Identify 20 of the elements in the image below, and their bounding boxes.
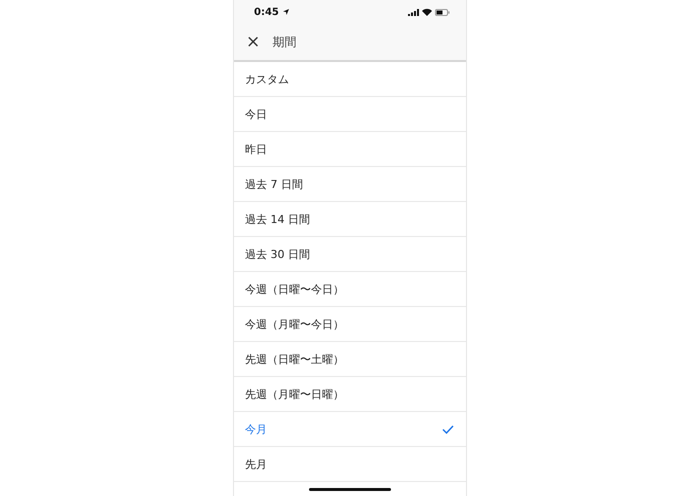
period-option[interactable]: 過去 14 日間: [234, 202, 466, 237]
battery-icon: [435, 8, 450, 16]
period-option[interactable]: 今週（日曜〜今日）: [234, 272, 466, 307]
close-button[interactable]: ×: [244, 34, 262, 50]
location-arrow-icon: [282, 8, 290, 16]
check-icon: [442, 424, 454, 434]
signal-icon: [408, 8, 419, 16]
period-option[interactable]: カスタム: [234, 62, 466, 97]
period-option[interactable]: 先月: [234, 447, 466, 482]
period-option[interactable]: 過去 7 日間: [234, 167, 466, 202]
period-option[interactable]: 過去 30 日間: [234, 237, 466, 272]
period-option[interactable]: 今日: [234, 97, 466, 132]
period-option[interactable]: 今月: [234, 412, 466, 447]
status-time: 0:45: [254, 6, 279, 18]
header-title: 期間: [272, 34, 296, 50]
period-option[interactable]: 先週（日曜〜土曜）: [234, 342, 466, 377]
period-option[interactable]: 先週（月曜〜日曜）: [234, 377, 466, 412]
period-option[interactable]: 昨日: [234, 132, 466, 167]
period-option[interactable]: 今週（月曜〜今日）: [234, 307, 466, 342]
wifi-icon: [422, 8, 432, 16]
